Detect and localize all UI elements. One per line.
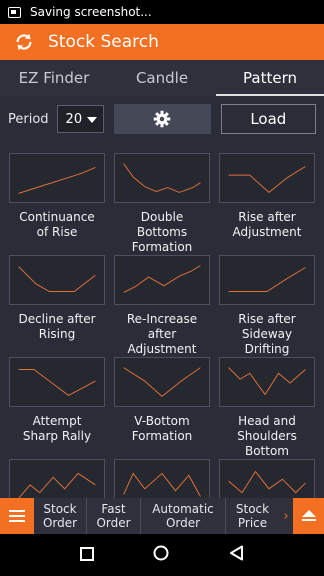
pattern-card[interactable]	[219, 459, 315, 498]
stock-price-button[interactable]: Stock Price	[226, 498, 279, 534]
menu-button[interactable]	[0, 498, 34, 534]
eject-up-icon	[301, 510, 316, 521]
load-button[interactable]: Load	[220, 104, 316, 134]
automatic-order-button[interactable]: Automatic Order	[141, 498, 226, 534]
tab-pattern[interactable]: Pattern	[216, 60, 324, 96]
stock-order-button[interactable]: Stock Order	[34, 498, 87, 534]
system-nav-bar	[0, 534, 324, 576]
pattern-thumbnail	[219, 255, 315, 305]
pattern-card-re-increase-after-adjustment[interactable]: Re-Increase after Adjustment	[114, 255, 210, 357]
screenshot-icon	[8, 6, 21, 18]
pattern-thumbnail	[9, 357, 105, 407]
status-text: Saving screenshot...	[30, 5, 152, 19]
pattern-label: Continuance of Rise	[19, 210, 95, 239]
settings-button[interactable]	[114, 104, 211, 134]
pattern-thumbnail	[114, 153, 210, 203]
pattern-thumbnail	[219, 153, 315, 203]
caret-down-icon	[87, 117, 98, 123]
pattern-toolbar: Period 20 Load	[0, 96, 324, 142]
refresh-icon[interactable]	[0, 31, 48, 53]
pattern-thumbnail	[219, 357, 315, 407]
pattern-label: Attempt Sharp Rally	[22, 414, 92, 443]
bottom-quick-bar: Stock Order Fast Order Automatic Order S…	[0, 498, 324, 534]
pattern-card-v-bottom-formation[interactable]: V-Bottom Formation	[114, 357, 210, 444]
pattern-thumbnail	[219, 459, 315, 498]
menu-icon	[9, 510, 25, 522]
pattern-label: Head and Shoulders Bottom	[237, 414, 297, 458]
pattern-card-head-and-shoulders-bottom[interactable]: Head and Shoulders Bottom	[219, 357, 315, 459]
pattern-label: Decline after Rising	[18, 312, 96, 341]
fast-order-button[interactable]: Fast Order	[87, 498, 141, 534]
pattern-card-decline-after-rising[interactable]: Decline after Rising	[9, 255, 105, 342]
pattern-label: V-Bottom Formation	[131, 414, 193, 443]
page-title: Stock Search	[48, 32, 159, 52]
pattern-label: Rise after Adjustment	[232, 210, 302, 239]
pattern-thumbnail	[9, 459, 105, 498]
app-bar: Stock Search	[0, 24, 324, 60]
recent-apps-icon[interactable]	[79, 546, 94, 565]
pattern-card-double-bottoms[interactable]: Double Bottoms Formation	[114, 153, 210, 255]
pattern-label: Re-Increase after Adjustment	[126, 312, 198, 356]
pattern-card-continuance-of-rise[interactable]: Continuance of Rise	[9, 153, 105, 240]
gear-icon	[154, 110, 171, 128]
pattern-card[interactable]	[114, 459, 210, 498]
status-bar: Saving screenshot...	[0, 0, 324, 24]
pattern-thumbnail	[114, 357, 210, 407]
period-value: 20	[65, 111, 83, 127]
pattern-grid: Continuance of Rise Double Bottoms Forma…	[0, 142, 324, 498]
pattern-label: Double Bottoms Formation	[131, 210, 193, 254]
collapse-button[interactable]	[293, 498, 324, 534]
chevron-right-icon[interactable]: ›	[279, 498, 293, 534]
period-select[interactable]: 20	[56, 105, 105, 133]
tab-bar: EZ Finder Candle Pattern	[0, 60, 324, 96]
pattern-card[interactable]	[9, 459, 105, 498]
period-label: Period	[8, 111, 49, 127]
pattern-label: Rise after Sideway Drifting	[238, 312, 296, 356]
pattern-thumbnail	[9, 153, 105, 203]
pattern-thumbnail	[9, 255, 105, 305]
pattern-card-rise-after-sideway-drifting[interactable]: Rise after Sideway Drifting	[219, 255, 315, 357]
tab-candle[interactable]: Candle	[108, 60, 216, 96]
tab-ez-finder[interactable]: EZ Finder	[0, 60, 108, 96]
pattern-card-attempt-sharp-rally[interactable]: Attempt Sharp Rally	[9, 357, 105, 444]
pattern-thumbnail	[114, 255, 210, 305]
pattern-thumbnail	[114, 459, 210, 498]
pattern-card-rise-after-adjustment[interactable]: Rise after Adjustment	[219, 153, 315, 240]
home-icon[interactable]	[153, 545, 169, 565]
back-icon[interactable]	[229, 545, 244, 565]
